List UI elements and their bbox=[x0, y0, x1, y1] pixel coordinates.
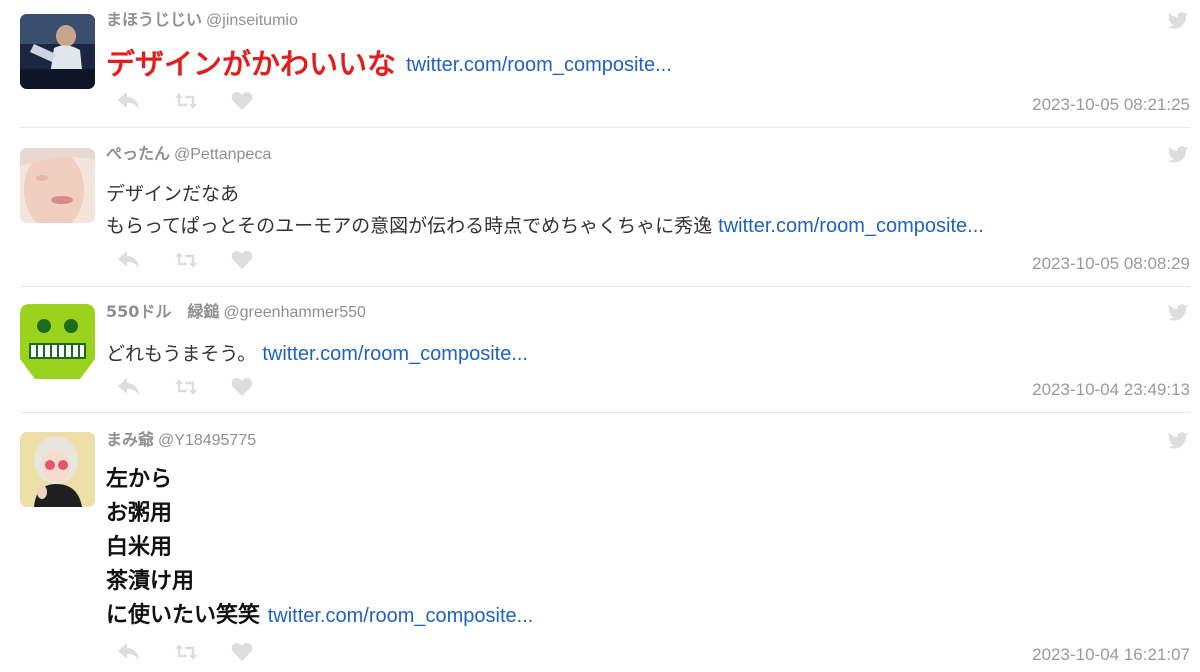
tweet-header: 550ドル 緑鎚 @greenhammer550 bbox=[106, 302, 366, 323]
tweet-link[interactable]: twitter.com/room_composite... bbox=[718, 215, 984, 237]
retweet-icon[interactable] bbox=[175, 642, 197, 662]
tweet-header: まみ爺 @Y18495775 bbox=[106, 430, 256, 451]
tweet-text-line: どれもうまそう。 bbox=[106, 343, 257, 365]
tweet-text: デザインがかわいいな twitter.com/room_composite... bbox=[106, 44, 672, 85]
tweet-text-line: に使いたい笑笑 bbox=[106, 603, 261, 628]
heart-icon[interactable] bbox=[231, 250, 253, 270]
avatar[interactable] bbox=[20, 304, 95, 379]
user-handle[interactable]: @Pettanpeca bbox=[174, 146, 271, 163]
twitter-bird-icon[interactable] bbox=[1167, 146, 1189, 164]
user-handle[interactable]: @greenhammer550 bbox=[223, 304, 366, 321]
twitter-bird-icon[interactable] bbox=[1167, 304, 1189, 322]
tweet-header: まほうじじい @jinseitumio bbox=[106, 10, 298, 31]
timestamp[interactable]: 2023-10-04 23:49:13 bbox=[1032, 380, 1190, 400]
reply-icon[interactable] bbox=[118, 377, 140, 397]
tweet-link[interactable]: twitter.com/room_composite... bbox=[406, 54, 672, 76]
heart-icon[interactable] bbox=[231, 377, 253, 397]
avatar[interactable] bbox=[20, 148, 95, 223]
tweet-text: 左から お粥用 白米用 茶漬け用 に使いたい笑笑 twitter.com/roo… bbox=[106, 463, 533, 633]
tweet-text-line: 左から bbox=[106, 467, 173, 492]
divider bbox=[20, 127, 1190, 128]
twitter-bird-icon[interactable] bbox=[1167, 12, 1189, 30]
user-name[interactable]: まほうじじい bbox=[106, 10, 202, 29]
twitter-bird-icon[interactable] bbox=[1167, 432, 1189, 450]
user-handle[interactable]: @Y18495775 bbox=[158, 432, 256, 449]
tweet-text-line: お粥用 bbox=[106, 501, 173, 526]
user-name[interactable]: まみ爺 bbox=[106, 430, 154, 449]
timestamp[interactable]: 2023-10-04 16:21:07 bbox=[1032, 645, 1190, 665]
avatar[interactable] bbox=[20, 432, 95, 507]
timestamp[interactable]: 2023-10-05 08:21:25 bbox=[1032, 95, 1190, 115]
tweet-text-line: 白米用 bbox=[106, 535, 173, 560]
divider bbox=[20, 412, 1190, 413]
user-handle[interactable]: @jinseitumio bbox=[206, 12, 298, 29]
tweet-text-line: 茶漬け用 bbox=[106, 569, 195, 594]
retweet-icon[interactable] bbox=[175, 250, 197, 270]
tweet-text-line: デザインだなあ bbox=[106, 183, 240, 205]
retweet-icon[interactable] bbox=[175, 91, 197, 111]
tweet-text: デザインだなあ もらってぱっとそのユーモアの意図が伝わる時点でめちゃくちゃに秀逸… bbox=[106, 178, 984, 242]
reply-icon[interactable] bbox=[118, 250, 140, 270]
tweet-text: どれもうまそう。 twitter.com/room_composite... bbox=[106, 338, 528, 370]
tweet-text-line: もらってぱっとそのユーモアの意図が伝わる時点でめちゃくちゃに秀逸 bbox=[106, 215, 713, 237]
retweet-icon[interactable] bbox=[175, 377, 197, 397]
tweet-link[interactable]: twitter.com/room_composite... bbox=[262, 343, 528, 365]
user-name[interactable]: 550ドル 緑鎚 bbox=[106, 302, 219, 321]
reply-icon[interactable] bbox=[118, 642, 140, 662]
divider bbox=[20, 286, 1190, 287]
user-name[interactable]: ぺったん bbox=[106, 144, 170, 163]
timestamp[interactable]: 2023-10-05 08:08:29 bbox=[1032, 254, 1190, 274]
heart-icon[interactable] bbox=[231, 91, 253, 111]
heart-icon[interactable] bbox=[231, 642, 253, 662]
tweet-header: ぺったん @Pettanpeca bbox=[106, 144, 271, 165]
reply-icon[interactable] bbox=[118, 91, 140, 111]
tweet-text-line: デザインがかわいいな bbox=[106, 47, 397, 81]
tweet-link[interactable]: twitter.com/room_composite... bbox=[268, 605, 534, 627]
avatar[interactable] bbox=[20, 14, 95, 89]
